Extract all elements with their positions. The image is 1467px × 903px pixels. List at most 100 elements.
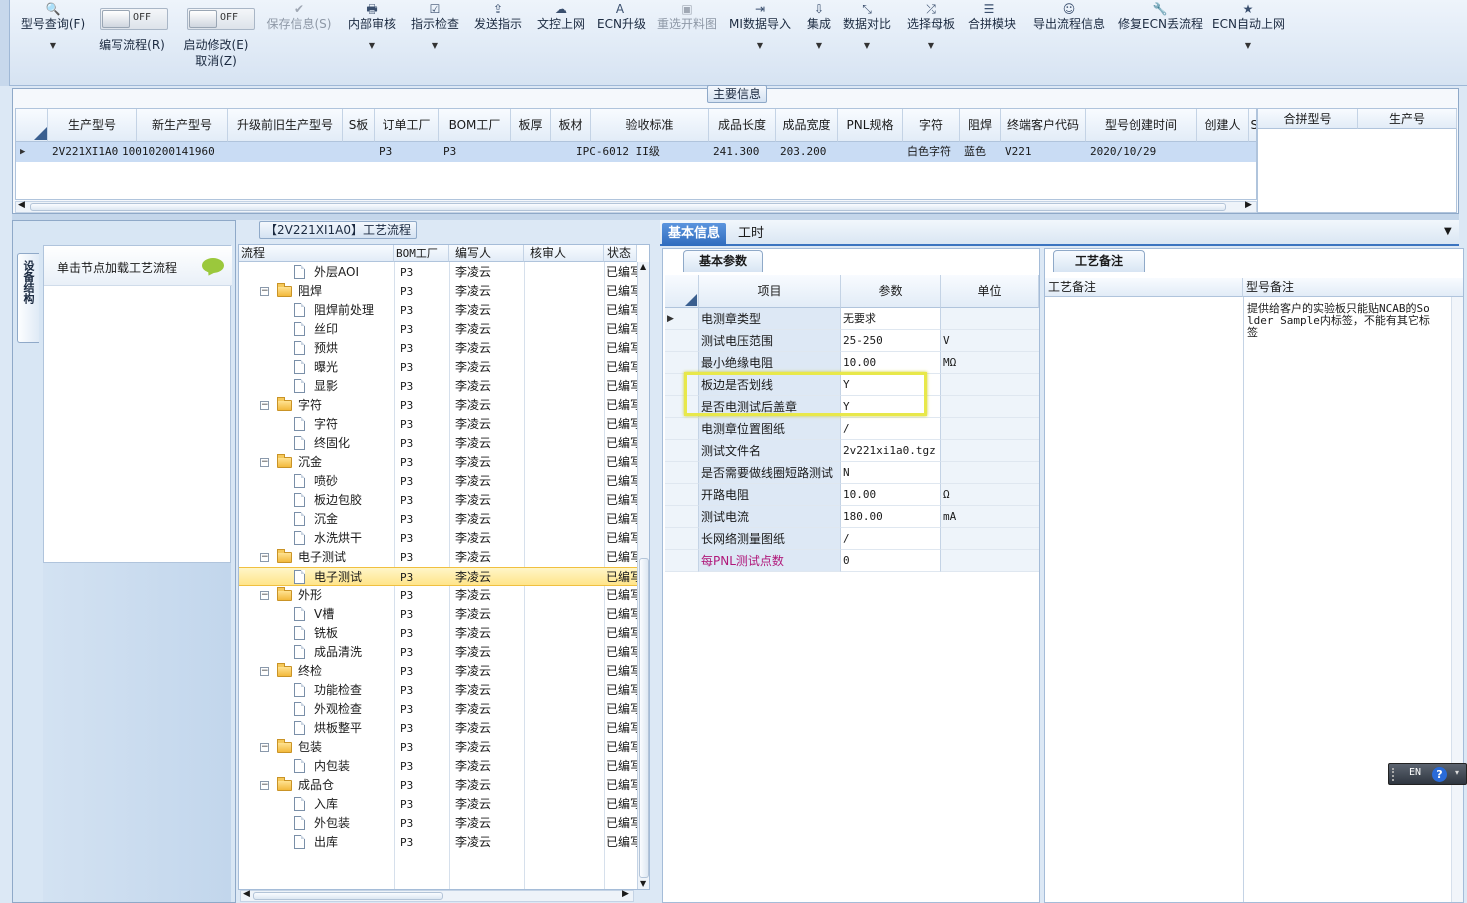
tree-step-row[interactable]: 丝印 P3 李凌云 已编写 xyxy=(239,320,637,339)
param-value[interactable]: 0 xyxy=(841,550,941,572)
main-col-header[interactable]: 生产型号 xyxy=(48,109,137,142)
toolbar-button-0[interactable]: 🔍 型号查询(F) ▼ xyxy=(18,2,88,51)
main-col-header[interactable]: 成品宽度 xyxy=(776,109,838,142)
param-row[interactable]: 开路电阻 10.00 Ω xyxy=(665,484,1039,506)
subtab-basic-params[interactable]: 基本参数 xyxy=(683,250,763,272)
main-cell[interactable]: V221 xyxy=(1005,142,1086,162)
main-col-header[interactable]: 升级前旧生产型号 xyxy=(228,109,343,142)
toolbar-button-7[interactable]: ▣ 重选开料图 xyxy=(654,2,720,32)
col-model-note[interactable]: 型号备注 xyxy=(1243,278,1463,297)
main-cell[interactable]: 10010200141960 xyxy=(122,142,222,162)
toolbar-button-4[interactable]: ⇪ 发送指示 xyxy=(471,2,525,32)
tree-step-row[interactable]: 板边包胶 P3 李凌云 已编写 xyxy=(239,491,637,510)
toolbar-button-9[interactable]: ⇩ 集成 ▼ xyxy=(804,2,834,51)
param-value[interactable]: 10.00 xyxy=(841,484,941,506)
device-tree[interactable]: 单击节点加载工艺流程 xyxy=(43,245,232,563)
tree-step-row[interactable]: 内包装 P3 李凌云 已编写 xyxy=(239,757,637,776)
device-structure-tab[interactable]: 设备结构 xyxy=(17,253,39,343)
main-cell[interactable] xyxy=(1201,142,1249,162)
param-row[interactable]: 测试电压范围 25-250 V xyxy=(665,330,1039,352)
param-value[interactable]: / xyxy=(841,418,941,440)
main-col-header[interactable]: S板 xyxy=(343,109,375,142)
col-reviewer[interactable]: 核审人 xyxy=(524,245,604,262)
main-cell[interactable]: 白色字符 xyxy=(907,142,960,162)
main-cell[interactable]: P3 xyxy=(379,142,439,162)
notes-vscroll[interactable] xyxy=(1451,297,1463,902)
dropdown-chevron-down-icon[interactable]: ▼ xyxy=(1212,41,1284,51)
collapse-icon[interactable]: − xyxy=(260,553,269,562)
tree-group-row[interactable]: − 阻焊 P3 李凌云 已编写 xyxy=(239,282,637,301)
tree-step-row[interactable]: 烘板整平 P3 李凌云 已编写 xyxy=(239,719,637,738)
main-cell[interactable] xyxy=(842,142,903,162)
tree-step-row[interactable]: 预烘 P3 李凌云 已编写 xyxy=(239,339,637,358)
toolbar-button-11[interactable]: ⤮ 选择母板 ▼ xyxy=(905,2,957,51)
col-unit[interactable]: 单位 xyxy=(941,275,1039,308)
main-col-header[interactable]: BOM工厂 xyxy=(439,109,511,142)
main-col-header[interactable]: 阻焊 xyxy=(960,109,1001,142)
tree-step-row[interactable]: 终固化 P3 李凌云 已编写 xyxy=(239,434,637,453)
main-col-header[interactable]: 新生产型号 xyxy=(137,109,228,142)
tree-step-row[interactable]: 阻焊前处理 P3 李凌云 已编写 xyxy=(239,301,637,320)
tree-step-row[interactable]: 外观检查 P3 李凌云 已编写 xyxy=(239,700,637,719)
tree-step-row[interactable]: 功能检查 P3 李凌云 已编写 xyxy=(239,681,637,700)
main-cell[interactable]: 241.300 xyxy=(713,142,776,162)
param-row[interactable]: 是否需要做线圈短路测试 N xyxy=(665,462,1039,484)
edit-flow-toggle[interactable]: OFF xyxy=(100,8,168,30)
scroll-right-icon[interactable]: ▶ xyxy=(1245,200,1252,210)
param-value[interactable]: 180.00 xyxy=(841,506,941,528)
main-cell[interactable]: IPC-6012 II级 xyxy=(576,142,706,162)
toolbar-button-3[interactable]: ☑ 指示检查 ▼ xyxy=(409,2,461,51)
tree-hscroll[interactable]: ◀ ▶ xyxy=(240,889,634,902)
param-value[interactable]: 10.00 xyxy=(841,352,941,374)
tree-step-row[interactable]: 入库 P3 李凌云 已编写 xyxy=(239,795,637,814)
scroll-thumb[interactable] xyxy=(639,558,649,878)
main-col-header[interactable]: 字符 xyxy=(903,109,960,142)
scroll-down-icon[interactable]: ▼ xyxy=(640,879,646,888)
tree-vscroll[interactable]: ▲ ▼ xyxy=(637,262,649,889)
main-cell[interactable]: 蓝色 xyxy=(964,142,1001,162)
scroll-up-icon[interactable]: ▲ xyxy=(640,262,646,271)
toolbar-button-10[interactable]: ⤡ 数据对比 ▼ xyxy=(842,2,892,51)
param-row[interactable]: 长网络测量图纸 / xyxy=(665,528,1039,550)
param-row[interactable]: 测试电流 180.00 mA xyxy=(665,506,1039,528)
tree-group-row[interactable]: − 终检 P3 李凌云 已编写 xyxy=(239,662,637,681)
param-row[interactable]: ▶ 电测章类型 无要求 xyxy=(665,308,1039,330)
cancel-modify-label[interactable]: 取消(Z) xyxy=(180,52,252,69)
scroll-thumb[interactable] xyxy=(253,892,443,900)
toolbar-button-12[interactable]: ☰ 合拼模块 xyxy=(968,2,1016,32)
tab-basic-info[interactable]: 基本信息 xyxy=(662,223,727,246)
tree-step-row[interactable]: 喷砂 P3 李凌云 已编写 xyxy=(239,472,637,491)
scroll-left-icon[interactable]: ◀ xyxy=(243,889,250,899)
tree-step-row[interactable]: 外层AOI P3 李凌云 已编写 xyxy=(239,263,637,282)
tree-step-row[interactable]: 字符 P3 李凌云 已编写 xyxy=(239,415,637,434)
tree-group-row[interactable]: − 沉金 P3 李凌云 已编写 xyxy=(239,453,637,472)
collapse-icon[interactable]: − xyxy=(260,401,269,410)
tree-step-row[interactable]: 曝光 P3 李凌云 已编写 xyxy=(239,358,637,377)
dropdown-chevron-down-icon[interactable]: ▼ xyxy=(842,41,892,51)
main-col-header[interactable]: 终端客户代码 xyxy=(1001,109,1086,142)
col-writer[interactable]: 编写人 xyxy=(449,245,524,262)
param-value[interactable]: 2v221xi1a0.tgz xyxy=(841,440,941,462)
main-col-header[interactable]: 成品长度 xyxy=(709,109,776,142)
toolbar-button-5[interactable]: ☁ 文控上网 xyxy=(535,2,587,32)
main-cell[interactable] xyxy=(347,142,375,162)
tree-step-row[interactable]: 沉金 P3 李凌云 已编写 xyxy=(239,510,637,529)
param-value[interactable]: Y xyxy=(841,374,941,396)
scroll-left-icon[interactable]: ◀ xyxy=(18,200,25,210)
main-col-header[interactable]: 板材 xyxy=(551,109,591,142)
main-grid-hscroll[interactable]: ◀ ▶ xyxy=(15,200,1257,213)
param-row[interactable]: 板边是否划线 Y xyxy=(665,374,1039,396)
tree-step-row[interactable]: 水洗烘干 P3 李凌云 已编写 xyxy=(239,529,637,548)
param-value[interactable]: 无要求 xyxy=(841,308,941,330)
subtab-process-notes[interactable]: 工艺备注 xyxy=(1053,250,1145,272)
collapse-icon[interactable]: − xyxy=(260,458,269,467)
main-cell[interactable]: 2020/10/29 xyxy=(1090,142,1197,162)
scroll-right-icon[interactable]: ▶ xyxy=(622,889,629,899)
langbar-menu-icon[interactable]: ▾ xyxy=(1455,768,1459,777)
param-value[interactable]: N xyxy=(841,462,941,484)
toolbar-button-14[interactable]: 🔧 修复ECN丢流程 xyxy=(1118,2,1203,32)
main-cell[interactable] xyxy=(515,142,551,162)
col-status[interactable]: 状态 xyxy=(604,245,637,262)
langbar-grip[interactable] xyxy=(1392,768,1396,781)
tree-step-row[interactable]: 出库 P3 李凌云 已编写 xyxy=(239,833,637,852)
